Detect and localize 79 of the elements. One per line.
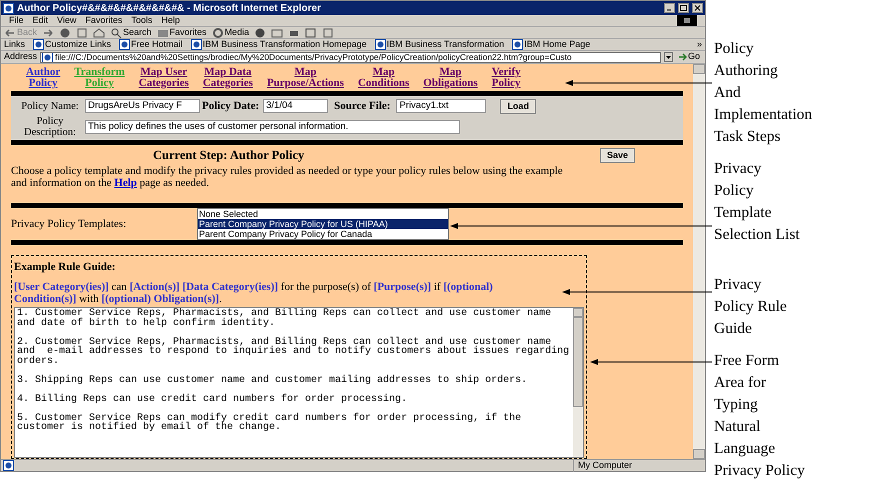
rule-guide-text: [User Category(ies)] can [Action(s)] [Data Category(ies)] for the purpose(s) of [Purpose(s)] if [(optional) Condition(s)] with [(optional) Obligation(s)]. bbox=[14, 281, 494, 306]
menu-item[interactable]: Favorites bbox=[85, 14, 122, 28]
status-zone-text: My Computer bbox=[573, 458, 703, 472]
step-link[interactable]: Map User Categories bbox=[138, 67, 189, 89]
favorites-toolbar-button[interactable]: Favorites bbox=[156, 26, 207, 40]
source-file-label: Source File: bbox=[334, 98, 390, 114]
instructions-text: Choose a policy template and modify the privacy rules provided as needed or type your policy rules below using the example and information on the Help page as needed. bbox=[11, 164, 564, 189]
policy-description-field[interactable]: This policy defines the uses of customer personal information. bbox=[85, 120, 460, 134]
current-step-title: Current Step: Author Policy bbox=[153, 147, 304, 164]
policy-description-label: Policy Description: bbox=[23, 116, 77, 138]
search-toolbar-button[interactable]: Search bbox=[110, 26, 152, 40]
close-button[interactable] bbox=[692, 3, 703, 13]
home-toolbar-button[interactable] bbox=[93, 26, 106, 38]
help-link[interactable]: Help bbox=[114, 176, 137, 189]
step-link[interactable]: Verify Policy bbox=[492, 67, 521, 89]
page-icon bbox=[3, 460, 14, 471]
more-links-button[interactable]: » bbox=[696, 38, 702, 52]
link-button[interactable]: IBM Business Transformation Homepage bbox=[190, 38, 367, 52]
media-icon bbox=[212, 26, 224, 38]
templates-label: Privacy Policy Templates: bbox=[11, 218, 128, 230]
page-icon bbox=[3, 2, 14, 14]
annotation-text: Policy Authoring And Implementation Task Steps bbox=[714, 39, 814, 147]
template-option[interactable]: Parent Company Privacy Policy for Canada bbox=[198, 228, 448, 239]
link-button[interactable]: Free Hotmail bbox=[119, 38, 183, 52]
page-icon bbox=[119, 39, 130, 50]
annotation-text: Privacy Policy Template Selection List bbox=[714, 159, 801, 245]
policy-name-field[interactable]: DrugsAreUs Privacy F bbox=[85, 99, 200, 113]
template-option[interactable]: None Selected bbox=[198, 208, 448, 219]
caret-icon bbox=[666, 56, 671, 58]
minimize-button[interactable] bbox=[664, 3, 675, 13]
forward-toolbar-button[interactable] bbox=[42, 26, 54, 38]
source-file-field[interactable]: Privacy1.txt bbox=[396, 99, 486, 113]
step-link[interactable]: Map Obligations bbox=[423, 67, 478, 89]
policy-date-field[interactable]: 3/1/04 bbox=[263, 99, 328, 113]
step-link[interactable]: Map Data Categories bbox=[202, 67, 253, 89]
links-label: Links bbox=[4, 38, 26, 51]
maximize-icon bbox=[680, 5, 687, 11]
link-button[interactable]: IBM Business Transformation bbox=[374, 38, 504, 52]
step-link[interactable]: Map Conditions bbox=[358, 67, 410, 89]
menu-item[interactable]: Tools bbox=[131, 14, 152, 28]
page-icon bbox=[374, 39, 386, 50]
menu-item[interactable]: Help bbox=[161, 14, 180, 28]
dropdown-button[interactable] bbox=[664, 52, 673, 62]
step-link[interactable]: Map Purpose/Actions bbox=[266, 67, 344, 89]
menu-item[interactable]: Edit bbox=[32, 14, 48, 28]
go-arrow-icon bbox=[678, 53, 687, 61]
close-icon bbox=[694, 5, 701, 11]
go-button[interactable]: Go bbox=[676, 50, 702, 64]
menu-item[interactable]: File bbox=[9, 14, 24, 28]
load-button[interactable]: Load bbox=[500, 98, 536, 114]
window-title: Author Policy#&#&#&#&#&#&#&#& - Microsoft Internet Explorer bbox=[17, 2, 322, 16]
address-field[interactable]: file:///C:/Documents%20and%20Settings/brodiec/My%20Documents/PrivacyPrototype/PolicyCreation/policyCreation22.htm?group=Custo bbox=[40, 52, 661, 62]
save-button[interactable]: Save bbox=[600, 148, 635, 163]
step-link[interactable]: Author Policy bbox=[26, 67, 60, 89]
policy-name-label: Policy Name: bbox=[20, 100, 80, 112]
annotation-text: Free Form Area for Typing Natural Language Privacy Policy bbox=[714, 351, 806, 480]
address-text: file:///C:/Documents%20and%20Settings/brodiec/My%20Documents/PrivacyPrototype/PolicyCreation/policyCreation22.htm?group=Custo bbox=[55, 52, 572, 62]
maximize-button[interactable] bbox=[678, 3, 689, 13]
address-label: Address bbox=[4, 50, 38, 64]
page-icon bbox=[512, 39, 524, 50]
search-icon bbox=[110, 26, 122, 38]
template-option[interactable]: Parent Company Privacy Policy for US (HIPAA) bbox=[198, 218, 448, 229]
home-icon bbox=[93, 26, 106, 38]
back-icon bbox=[4, 26, 16, 38]
page-icon bbox=[190, 39, 202, 50]
page-scrollbar[interactable] bbox=[693, 64, 705, 459]
template-list[interactable]: None Selected Parent Company Privacy Policy for US (HIPAA) Parent Company Privacy Policy for Canada bbox=[197, 208, 449, 240]
rule-guide-title: Example Rule Guide: bbox=[14, 260, 116, 275]
menu-item[interactable]: View bbox=[57, 14, 76, 28]
mail-toolbar-button[interactable] bbox=[271, 26, 284, 38]
page-icon bbox=[33, 39, 44, 50]
forward-icon bbox=[42, 26, 54, 38]
media-toolbar-button[interactable]: Media bbox=[212, 26, 250, 40]
link-button[interactable]: IBM Home Page bbox=[512, 38, 590, 52]
page-icon bbox=[42, 52, 54, 62]
policy-date-label: Policy Date: bbox=[202, 98, 260, 114]
link-button[interactable]: Customize Links bbox=[33, 38, 112, 52]
mail-icon bbox=[271, 26, 284, 38]
annotation-text: Privacy Policy Rule Guide bbox=[714, 275, 788, 339]
